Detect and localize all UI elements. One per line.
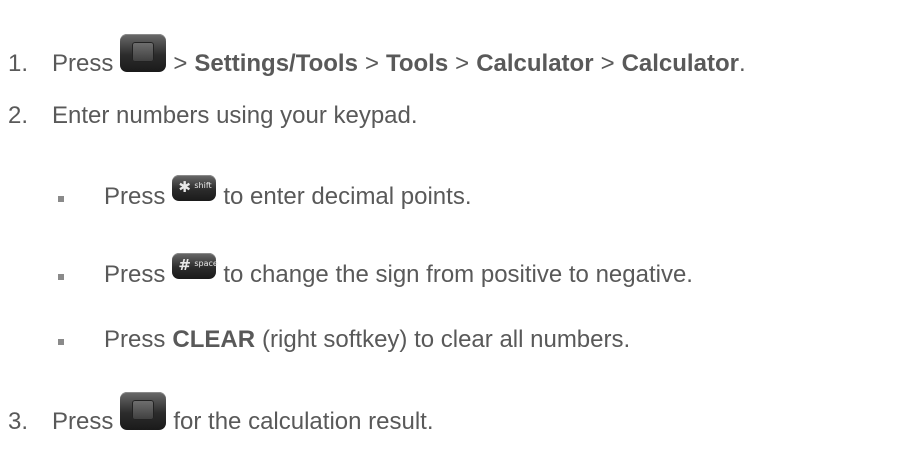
press-text: Press bbox=[52, 50, 114, 77]
separator: > bbox=[364, 50, 379, 77]
step-1: 1. Press > Settings/Tools > Tools > Calc… bbox=[8, 34, 746, 78]
separator: > bbox=[173, 50, 188, 77]
separator: > bbox=[600, 50, 615, 77]
center-menu-ok-key-icon bbox=[120, 392, 167, 430]
bullet-text: to enter decimal points. bbox=[223, 183, 472, 210]
step-number: 3. bbox=[8, 408, 29, 435]
clear-softkey-label: CLEAR bbox=[172, 326, 256, 353]
step-number: 1. bbox=[8, 50, 29, 77]
bullet-item-sign: Press # space to change the sign from po… bbox=[104, 253, 693, 289]
bullet-icon bbox=[58, 339, 64, 345]
star-shift-key-icon: ✱ shift bbox=[172, 175, 217, 201]
bullet-icon bbox=[58, 196, 64, 202]
bullet-icon bbox=[58, 274, 64, 280]
bullet-item-clear: Press CLEAR (right softkey) to clear all… bbox=[104, 326, 630, 354]
bullet-item-decimal: Press ✱ shift to enter decimal points. bbox=[104, 175, 472, 211]
center-menu-ok-key-icon bbox=[120, 34, 167, 72]
menu-path-calculator: Calculator bbox=[476, 50, 594, 77]
menu-path-settings-tools: Settings/Tools bbox=[194, 50, 358, 77]
press-text: Press bbox=[104, 326, 166, 353]
menu-path-calculator-item: Calculator bbox=[621, 50, 739, 77]
period: . bbox=[738, 50, 746, 77]
press-text: Press bbox=[104, 183, 166, 210]
separator: > bbox=[455, 50, 470, 77]
step-3: 3. Press for the calculation result. bbox=[8, 392, 434, 436]
pound-space-key-icon: # space bbox=[172, 253, 218, 279]
press-text: Press bbox=[104, 261, 166, 288]
step-text: for the calculation result. bbox=[173, 408, 434, 435]
menu-path-tools: Tools bbox=[385, 50, 449, 77]
bullet-text: to change the sign from positive to nega… bbox=[223, 261, 693, 288]
step-text: Enter numbers using your keypad. bbox=[52, 102, 418, 129]
step-2: 2. Enter numbers using your keypad. bbox=[8, 102, 418, 130]
bullet-text: (right softkey) to clear all numbers. bbox=[262, 326, 631, 353]
step-number: 2. bbox=[8, 102, 29, 129]
press-text: Press bbox=[52, 408, 114, 435]
